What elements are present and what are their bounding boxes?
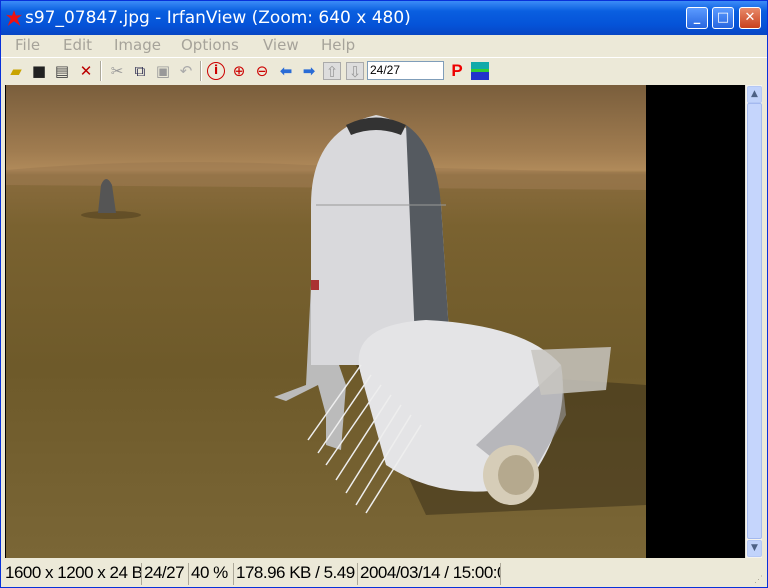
slideshow-palm-icon[interactable] (471, 62, 489, 80)
close-button[interactable]: ✕ (739, 7, 761, 29)
status-index: 24/27 (142, 563, 189, 585)
status-date: 2004/03/14 / 15:00:00 (358, 563, 501, 585)
open-folder-icon[interactable]: ▰ (7, 62, 25, 80)
first-image-icon[interactable]: ⇧ (323, 62, 341, 81)
zoom-out-icon[interactable]: ⊖ (253, 62, 271, 80)
menu-edit[interactable]: Edit (63, 36, 92, 54)
irfanview-app-icon[interactable] (6, 10, 22, 26)
status-filesize: 178.96 KB / 5.49 MB (234, 563, 358, 585)
menu-view[interactable]: View (263, 36, 299, 54)
scroll-down-button[interactable]: ▼ (747, 540, 762, 557)
status-dimensions: 1600 x 1200 x 24 BPP (3, 563, 142, 585)
next-image-icon[interactable]: ➡ (300, 62, 318, 80)
previous-image-icon[interactable]: ⬅ (277, 62, 295, 80)
status-zoom: 40 % (189, 563, 234, 585)
status-bar: 1600 x 1200 x 24 BPP 24/27 40 % 178.96 K… (1, 560, 767, 587)
window-title: s97_07847.jpg - IrfanView (Zoom: 640 x 4… (25, 8, 411, 28)
toolbar-separator (100, 61, 102, 81)
toolbar-separator (200, 61, 202, 81)
save-icon[interactable]: ■ (30, 62, 48, 80)
scroll-up-button[interactable]: ▲ (747, 86, 762, 103)
minimize-button[interactable]: _ (686, 7, 708, 29)
undo-icon[interactable]: ↶ (177, 62, 195, 80)
irfanview-window: s97_07847.jpg - IrfanView (Zoom: 640 x 4… (0, 0, 768, 588)
info-icon[interactable]: i (207, 62, 225, 80)
title-bar: s97_07847.jpg - IrfanView (Zoom: 640 x 4… (1, 1, 767, 35)
cut-icon[interactable]: ✂ (108, 62, 126, 80)
displayed-image (6, 85, 646, 558)
copy-icon[interactable]: ⧉ (131, 62, 149, 80)
menu-help[interactable]: Help (321, 36, 355, 54)
image-viewport[interactable] (5, 85, 745, 558)
last-image-icon[interactable]: ⇩ (346, 62, 364, 81)
plugin-p-button[interactable]: P (448, 62, 466, 80)
paste-icon[interactable]: ▣ (154, 62, 172, 80)
page-number-field[interactable]: 24/27 (367, 61, 444, 80)
menu-options[interactable]: Options (181, 36, 239, 54)
vertical-scrollbar[interactable]: ▲ ▼ (745, 85, 762, 558)
menu-image[interactable]: Image (114, 36, 161, 54)
zoom-in-icon[interactable]: ⊕ (230, 62, 248, 80)
maximize-button[interactable]: □ (712, 7, 734, 29)
menu-bar: File Edit Image Options View Help (1, 35, 767, 56)
resize-grip-icon[interactable]: ⋰ (754, 574, 763, 585)
delete-icon[interactable]: ✕ (77, 62, 95, 80)
print-icon[interactable]: ▤ (53, 62, 71, 80)
scroll-thumb[interactable] (747, 103, 762, 539)
toolbar: ▰ ■ ▤ ✕ ✂ ⧉ ▣ ↶ i ⊕ ⊖ ⬅ ➡ ⇧ ⇩ 24/27 P (1, 57, 767, 83)
menu-file[interactable]: File (15, 36, 40, 54)
mars-habitat-illustration (6, 115, 646, 515)
